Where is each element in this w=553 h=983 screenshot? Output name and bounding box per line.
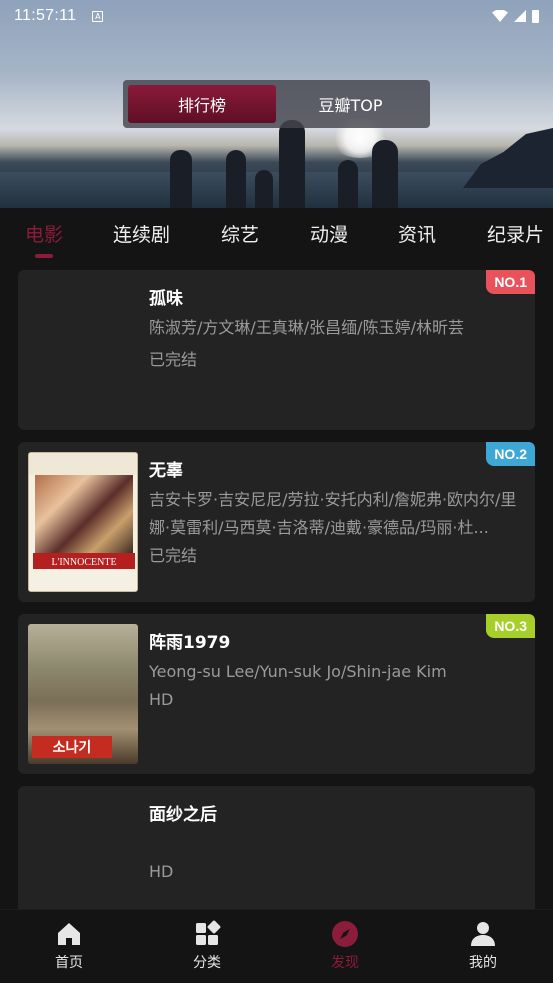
poster-footer — [29, 569, 137, 591]
battery-icon — [532, 9, 539, 23]
list-item[interactable]: 孤味 陈淑芳/方文琳/王真琳/张昌缅/陈玉婷/林昕芸 已完结 NO.1 — [18, 270, 535, 430]
ranking-list: 孤味 陈淑芳/方文琳/王真琳/张昌缅/陈玉婷/林昕芸 已完结 NO.1 L'IN… — [0, 264, 553, 909]
tab-movie[interactable]: 电影 — [25, 220, 63, 247]
item-cast: Yeong-su Lee/Yun-suk Jo/Shin-jae Kim — [149, 662, 447, 681]
item-status: 已完结 — [149, 546, 198, 565]
category-icon — [196, 920, 221, 945]
item-title: 面纱之后 — [149, 805, 217, 825]
item-title: 孤味 — [149, 289, 183, 309]
category-tabs: 电影 连续剧 综艺 动漫 资讯 纪录片 — [0, 208, 553, 264]
list-item[interactable]: 소나기 阵雨1979 Yeong-su Lee/Yun-suk Jo/Shin-… — [18, 614, 535, 774]
signal-icon — [514, 10, 526, 22]
ranking-segmented-control: 排行榜 豆瓣TOP — [123, 80, 430, 128]
rank-badge: NO.2 — [486, 442, 535, 466]
tab-variety[interactable]: 综艺 — [221, 220, 259, 247]
user-icon — [471, 922, 495, 946]
silhouette — [226, 150, 246, 208]
sea — [0, 172, 553, 208]
item-status: 已完结 — [149, 350, 198, 369]
item-status: HD — [149, 690, 174, 709]
cliff — [463, 128, 553, 188]
poster-title: 소나기 — [32, 736, 112, 758]
segment-ranking[interactable]: 排行榜 — [128, 85, 276, 123]
tab-series[interactable]: 连续剧 — [113, 220, 170, 247]
compass-icon — [332, 921, 358, 947]
nav-discover[interactable]: 发现 — [310, 920, 380, 972]
item-title: 无辜 — [149, 461, 183, 481]
nav-category-label: 分类 — [193, 955, 221, 971]
nav-discover-label: 发现 — [331, 955, 359, 971]
silhouette — [279, 120, 305, 208]
item-status: HD — [149, 862, 174, 881]
silhouette — [255, 170, 273, 208]
poster-header — [29, 453, 137, 475]
nav-home[interactable]: 首页 — [34, 920, 104, 972]
tab-documentary[interactable]: 纪录片 — [487, 220, 544, 247]
silhouette — [338, 160, 358, 208]
status-time: 11:57:11 — [14, 7, 77, 24]
nav-category[interactable]: 分类 — [172, 920, 242, 972]
segment-douban-top[interactable]: 豆瓣TOP — [276, 85, 425, 123]
poster: 소나기 — [28, 624, 138, 764]
bottom-nav: 首页 分类 发现 我的 — [0, 909, 553, 983]
home-icon — [58, 923, 80, 945]
rank-badge: NO.1 — [486, 270, 535, 294]
item-cast: 吉安卡罗·吉安尼尼/劳拉·安托内利/詹妮弗·欧内尔/里娜·莫雷利/马西莫·吉洛蒂… — [149, 490, 517, 537]
nav-home-label: 首页 — [55, 955, 83, 971]
poster: L'INNOCENTE — [28, 452, 138, 592]
silhouette — [372, 140, 398, 208]
status-bar: 11:57:11 A — [0, 0, 553, 32]
poster — [28, 796, 138, 909]
nav-profile-label: 我的 — [469, 955, 497, 971]
wifi-icon — [492, 10, 508, 22]
item-cast: 陈淑芳/方文琳/王真琳/张昌缅/陈玉婷/林昕芸 — [149, 318, 464, 337]
poster-image — [35, 475, 133, 555]
rank-badge: NO.3 — [486, 614, 535, 638]
item-title: 阵雨1979 — [149, 633, 231, 653]
tab-anime[interactable]: 动漫 — [310, 220, 348, 247]
nav-profile[interactable]: 我的 — [448, 920, 518, 972]
tab-news[interactable]: 资讯 — [398, 220, 436, 247]
notification-a-icon: A — [92, 10, 104, 22]
list-item[interactable]: L'INNOCENTE 无辜 吉安卡罗·吉安尼尼/劳拉·安托内利/詹妮弗·欧内尔… — [18, 442, 535, 602]
list-item[interactable]: 面纱之后 HD — [18, 786, 535, 909]
poster — [28, 280, 138, 420]
silhouette — [170, 150, 192, 208]
tab-indicator — [35, 254, 53, 258]
